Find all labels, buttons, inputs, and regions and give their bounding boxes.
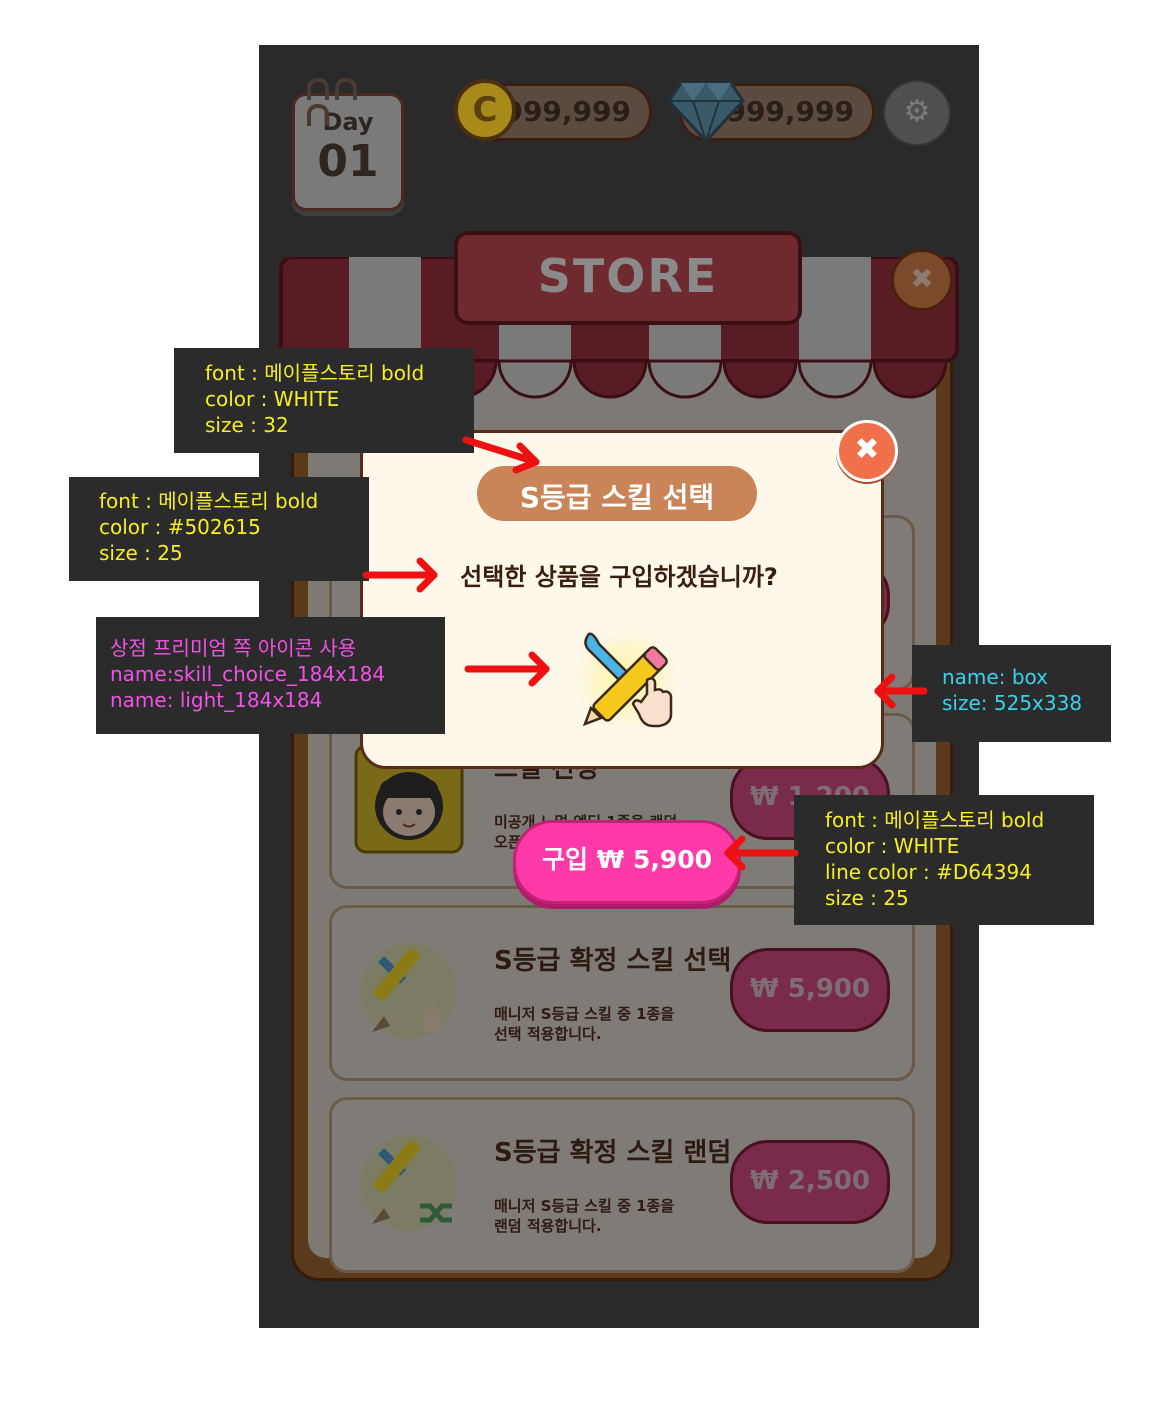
arrow-icon: [724, 835, 799, 871]
annotation-arrows: [362, 436, 928, 871]
arrow-icon: [464, 651, 550, 687]
arrow-icon: [462, 436, 540, 474]
arrow-icon: [874, 673, 928, 709]
arrow-icon: [362, 557, 438, 593]
